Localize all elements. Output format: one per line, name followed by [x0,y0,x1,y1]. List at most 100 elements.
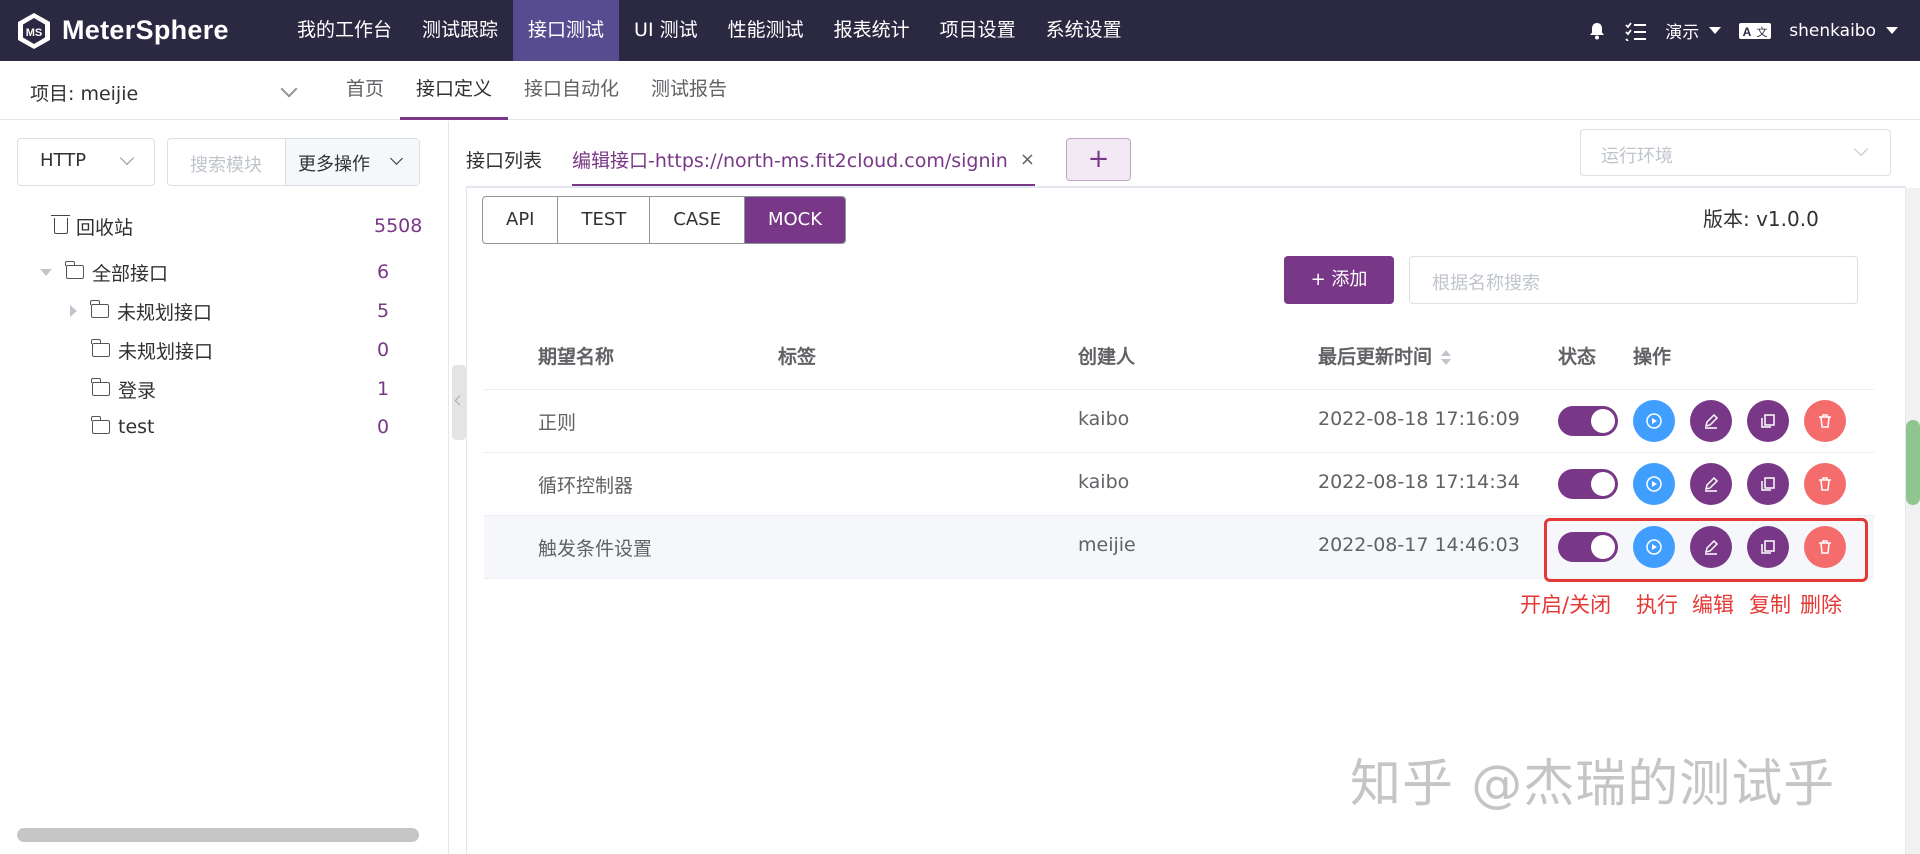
tree-item-count: 5508 [374,215,423,237]
chevron-down-icon [390,152,403,165]
row-updated: 2022-08-17 14:46:03 [1318,534,1520,556]
delete-icon [1819,414,1831,428]
copy-icon [1761,414,1775,428]
top-menu-project-settings[interactable]: 项目设置 [925,0,1031,61]
vertical-scrollbar-thumb[interactable] [1906,420,1920,505]
bell-icon[interactable] [1587,21,1607,41]
tree-item-count: 5 [377,300,390,322]
tree-item-count: 1 [377,378,390,400]
tree-item-label: 未规划接口 [117,301,213,324]
protocol-value: HTTP [40,150,87,171]
task-list-icon[interactable] [1625,21,1647,41]
chevron-down-icon [1853,141,1869,157]
top-navbar: MS MeterSphere 我的工作台 测试跟踪 接口测试 UI 测试 性能测… [0,0,1920,61]
tab-api-list[interactable]: 接口列表 [466,146,542,187]
column-header-updated-label: 最后更新时间 [1318,346,1433,368]
row-creator: meijie [1078,534,1136,556]
expand-arrow-icon[interactable] [40,268,52,276]
app-logo[interactable]: MS MeterSphere [0,11,282,51]
delete-button[interactable] [1804,463,1846,505]
version-label: 版本: v1.0.0 [1703,207,1819,231]
play-icon [1646,476,1662,492]
edit-button[interactable] [1690,463,1732,505]
folder-icon [65,261,84,279]
pencil-icon [1704,476,1719,492]
mock-name-search-input[interactable]: 根据名称搜索 [1409,256,1858,304]
column-header-updated[interactable]: 最后更新时间 [1318,342,1452,369]
protocol-select[interactable]: HTTP [17,138,155,186]
sort-icon[interactable] [1440,349,1452,367]
module-search-input[interactable]: 搜索模块 [168,139,285,185]
mode-mock[interactable]: MOCK [744,197,846,243]
user-menu[interactable]: shenkaibo [1789,21,1898,41]
vertical-scrollbar-track[interactable] [1906,188,1920,854]
folder-icon [90,300,109,318]
metersphere-logo-icon: MS [14,11,54,51]
horizontal-scrollbar[interactable] [17,828,419,842]
top-menu-track[interactable]: 测试跟踪 [407,0,513,61]
pencil-icon [1704,413,1719,429]
row-name[interactable]: 正则 [538,408,576,435]
panel-collapse-handle[interactable] [452,365,466,440]
tree-item-test[interactable]: test [91,412,155,442]
language-icon[interactable]: A文 [1739,22,1772,40]
caret-down-icon [1886,27,1898,34]
top-menu-api[interactable]: 接口测试 [513,0,620,61]
mode-api[interactable]: API [483,197,559,243]
column-header-creator: 创建人 [1078,346,1136,368]
svg-text:文: 文 [1757,25,1768,39]
row-creator: kaibo [1078,408,1130,430]
column-header-actions: 操作 [1633,346,1672,368]
run-button[interactable] [1633,463,1675,505]
folder-icon [91,339,110,357]
status-toggle[interactable] [1558,469,1618,499]
sub-menu-api-definition[interactable]: 接口定义 [400,61,509,120]
edit-button[interactable] [1690,400,1732,442]
workspace-switcher[interactable]: 演示 [1665,18,1722,43]
module-tree-panel: HTTP 搜索模块 更多操作 回收站 5508 全部接口 6 未规划接口 5 未… [0,121,449,854]
api-mode-switch: API TEST CASE MOCK [482,196,847,244]
add-tab-button[interactable]: + [1066,138,1131,181]
top-menu-performance[interactable]: 性能测试 [713,0,819,61]
sub-menu-home[interactable]: 首页 [330,61,400,120]
tree-item-count: 0 [377,416,390,438]
copy-button[interactable] [1747,463,1789,505]
folder-icon [91,378,110,396]
sub-menu-api-automation[interactable]: 接口自动化 [508,61,635,120]
row-name[interactable]: 循环控制器 [538,471,633,498]
top-menu: 我的工作台 测试跟踪 接口测试 UI 测试 性能测试 报表统计 项目设置 系统设… [282,0,1137,61]
api-tabs: 接口列表 编辑接口-https://north-ms.fit2cloud.com… [466,121,1065,187]
top-menu-report[interactable]: 报表统计 [819,0,925,61]
mode-case[interactable]: CASE [650,197,745,243]
tree-item-unplanned[interactable]: 未规划接口 [70,296,212,326]
tree-item-recycle-bin[interactable]: 回收站 [51,211,133,241]
add-mock-button[interactable]: + 添加 [1284,256,1394,304]
more-operations-button[interactable]: 更多操作 [285,139,419,185]
sub-menu-test-report[interactable]: 测试报告 [635,61,743,120]
sub-header: 项目: meijie 首页 接口定义 接口自动化 测试报告 [0,61,1920,120]
app-title: MeterSphere [62,15,229,45]
top-menu-workbench[interactable]: 我的工作台 [282,0,407,61]
more-operations-label: 更多操作 [298,154,370,175]
tree-item-all-apis[interactable]: 全部接口 [40,257,168,287]
copy-button[interactable] [1747,400,1789,442]
close-icon[interactable]: × [1020,149,1035,170]
user-name: shenkaibo [1789,20,1876,41]
top-menu-system-settings[interactable]: 系统设置 [1031,0,1137,61]
project-selector[interactable]: 项目: meijie [30,79,138,106]
chevron-down-icon[interactable] [280,80,298,98]
status-toggle[interactable] [1558,406,1618,436]
top-menu-ui[interactable]: UI 测试 [619,0,713,61]
tree-item-unplanned-2[interactable]: 未规划接口 [91,335,214,365]
delete-button[interactable] [1804,400,1846,442]
mode-test[interactable]: TEST [558,197,651,243]
tree-item-login[interactable]: 登录 [91,374,156,404]
expand-arrow-icon[interactable] [70,305,77,317]
row-name[interactable]: 触发条件设置 [538,534,652,561]
module-search-group: 搜索模块 更多操作 [167,138,420,186]
run-button[interactable] [1633,400,1675,442]
tree-item-label: 全部接口 [92,262,169,285]
environment-select[interactable]: 运行环境 [1580,129,1891,176]
tab-edit-api[interactable]: 编辑接口-https://north-ms.fit2cloud.com/sign… [572,146,1035,187]
tree-item-label: 未规划接口 [118,340,214,363]
